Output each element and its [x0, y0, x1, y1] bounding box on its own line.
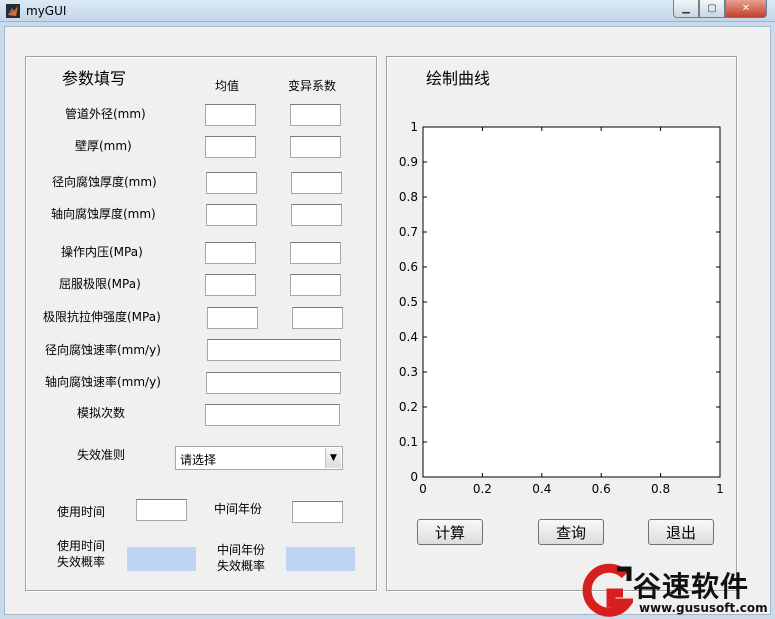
- y-tick-label: 0.6: [399, 260, 418, 274]
- close-icon: ✕: [741, 3, 751, 14]
- label-use-time: 使用时间: [57, 505, 106, 519]
- x-tick-label: 0.8: [651, 482, 670, 496]
- pipe-diameter-cv-input[interactable]: [290, 104, 341, 126]
- maximize-icon: ▢: [707, 3, 717, 14]
- failure-criterion-value: 请选择: [180, 453, 217, 467]
- watermark-brand: 谷速软件: [633, 570, 750, 603]
- col-cv-header: 变异系数: [288, 79, 337, 93]
- figure-client-area: 参数填写 均值 变异系数 管道外径(mm) 壁厚(mm) 径向腐蚀厚度(mm) …: [4, 26, 771, 615]
- x-tick-label: 0: [419, 482, 427, 496]
- y-tick-label: 0.3: [399, 365, 418, 379]
- label-mid-year-prob-1: 中间年份: [217, 543, 266, 557]
- use-time-input[interactable]: [136, 499, 187, 521]
- panel-divider: [25, 225, 26, 259]
- y-tick-label: 0.8: [399, 190, 418, 204]
- label-axial-corrosion-depth: 轴向腐蚀厚度(mm): [51, 207, 156, 221]
- label-mid-year: 中间年份: [214, 502, 263, 516]
- failure-criterion-select[interactable]: 请选择 ▼: [175, 446, 343, 470]
- minimize-button[interactable]: ▁: [673, 0, 699, 18]
- x-tick-label: 0.6: [592, 482, 611, 496]
- yield-strength-cv-input[interactable]: [290, 274, 341, 296]
- y-tick-label: 0.9: [399, 155, 418, 169]
- plot-panel-title: 绘制曲线: [423, 65, 494, 89]
- x-tick-label: 1: [716, 482, 724, 496]
- simulation-count-input[interactable]: [205, 404, 340, 426]
- operating-pressure-mean-input[interactable]: [205, 242, 256, 264]
- y-tick-label: 0.2: [399, 400, 418, 414]
- maximize-button[interactable]: ▢: [699, 0, 725, 18]
- curve-chart: 0 0.1 0.2 0.3 0.4 0.5 0.6 0.7 0.8 0.9 1 0 0.2 0.4 0.6 0…: [399, 120, 724, 496]
- label-wall-thickness: 壁厚(mm): [75, 139, 132, 153]
- matlab-icon: [6, 4, 20, 18]
- radial-corrosion-depth-mean-input[interactable]: [206, 172, 257, 194]
- window-controls: ▁ ▢ ✕: [673, 0, 767, 18]
- params-panel-title: 参数填写: [59, 65, 130, 89]
- mid-year-failure-prob-output: [286, 547, 355, 571]
- label-use-time-prob-1: 使用时间: [57, 539, 106, 553]
- compute-button[interactable]: 计算: [417, 519, 483, 545]
- y-tick-label: 0: [410, 470, 418, 484]
- x-tick-label: 0.4: [532, 482, 551, 496]
- gususoft-logo-icon: [582, 563, 633, 617]
- y-tick-label: 0.4: [399, 330, 418, 344]
- panel-divider: [25, 161, 26, 195]
- pipe-diameter-mean-input[interactable]: [205, 104, 256, 126]
- label-operating-pressure: 操作内压(MPa): [61, 245, 143, 259]
- query-button[interactable]: 查询: [538, 519, 604, 545]
- label-radial-corrosion-rate: 径向腐蚀速率(mm/y): [45, 343, 161, 357]
- y-tick-label: 1: [410, 120, 418, 134]
- tensile-strength-mean-input[interactable]: [207, 307, 258, 329]
- yield-strength-mean-input[interactable]: [205, 274, 256, 296]
- wall-thickness-mean-input[interactable]: [205, 136, 256, 158]
- panel-divider: [25, 289, 26, 323]
- label-axial-corrosion-rate: 轴向腐蚀速率(mm/y): [45, 375, 161, 389]
- axial-corrosion-depth-mean-input[interactable]: [206, 204, 257, 226]
- label-pipe-diameter: 管道外径(mm): [65, 107, 146, 121]
- label-simulation-count: 模拟次数: [77, 406, 126, 420]
- watermark: 谷速软件 www.gususoft.com: [577, 563, 775, 619]
- col-mean-header: 均值: [215, 79, 240, 93]
- label-failure-criterion: 失效准则: [77, 448, 126, 462]
- y-tick-label: 0.5: [399, 295, 418, 309]
- label-mid-year-prob-2: 失效概率: [217, 559, 266, 573]
- watermark-url: www.gususoft.com: [639, 601, 768, 615]
- label-use-time-prob-2: 失效概率: [57, 555, 106, 569]
- axial-corrosion-depth-cv-input[interactable]: [291, 204, 342, 226]
- tensile-strength-cv-input[interactable]: [292, 307, 343, 329]
- close-button[interactable]: ✕: [725, 0, 767, 18]
- x-tick-label: 0.2: [473, 482, 492, 496]
- axial-corrosion-rate-input[interactable]: [206, 372, 341, 394]
- window-title: myGUI: [26, 4, 67, 18]
- label-radial-corrosion-depth: 径向腐蚀厚度(mm): [52, 175, 157, 189]
- minimize-icon: ▁: [682, 3, 690, 14]
- chevron-down-icon[interactable]: ▼: [325, 448, 341, 468]
- label-tensile-strength: 极限抗拉伸强度(MPa): [43, 310, 161, 324]
- operating-pressure-cv-input[interactable]: [290, 242, 341, 264]
- label-yield-strength: 屈服极限(MPa): [59, 277, 141, 291]
- wall-thickness-cv-input[interactable]: [290, 136, 341, 158]
- use-time-failure-prob-output: [127, 547, 196, 571]
- exit-button[interactable]: 退出: [648, 519, 714, 545]
- plot-area: [422, 126, 721, 478]
- window-titlebar: myGUI ▁ ▢ ✕: [0, 0, 775, 22]
- mid-year-input[interactable]: [292, 501, 343, 523]
- radial-corrosion-depth-cv-input[interactable]: [291, 172, 342, 194]
- y-tick-label: 0.1: [399, 435, 418, 449]
- radial-corrosion-rate-input[interactable]: [207, 339, 341, 361]
- y-tick-label: 0.7: [399, 225, 418, 239]
